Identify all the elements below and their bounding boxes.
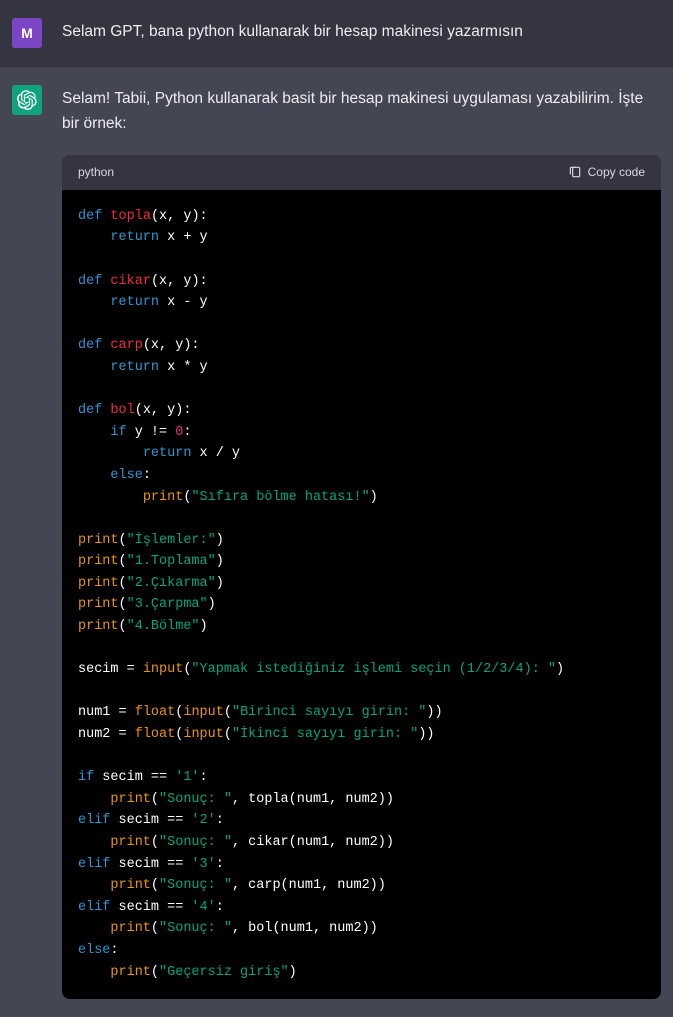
copy-code-label: Copy code xyxy=(588,163,645,182)
user-message-body: Selam GPT, bana python kullanarak bir he… xyxy=(62,18,661,48)
code-header: python Copy code xyxy=(62,155,661,190)
openai-icon xyxy=(17,90,37,110)
code-block: python Copy code def topla(x, y): return… xyxy=(62,155,661,1000)
user-message-text: Selam GPT, bana python kullanarak bir he… xyxy=(62,20,661,45)
assistant-message-row: Selam! Tabii, Python kullanarak basit bi… xyxy=(0,67,673,1017)
user-message-row: M Selam GPT, bana python kullanarak bir … xyxy=(0,0,673,67)
copy-code-button[interactable]: Copy code xyxy=(568,163,645,182)
assistant-avatar xyxy=(12,85,42,115)
code-language-label: python xyxy=(78,163,114,182)
user-avatar: M xyxy=(12,18,42,48)
clipboard-icon xyxy=(568,165,582,179)
code-content[interactable]: def topla(x, y): return x + y def cikar(… xyxy=(62,190,661,999)
assistant-intro-text: Selam! Tabii, Python kullanarak basit bi… xyxy=(62,87,661,137)
assistant-message-body: Selam! Tabii, Python kullanarak basit bi… xyxy=(62,85,661,999)
user-avatar-letter: M xyxy=(21,22,33,44)
